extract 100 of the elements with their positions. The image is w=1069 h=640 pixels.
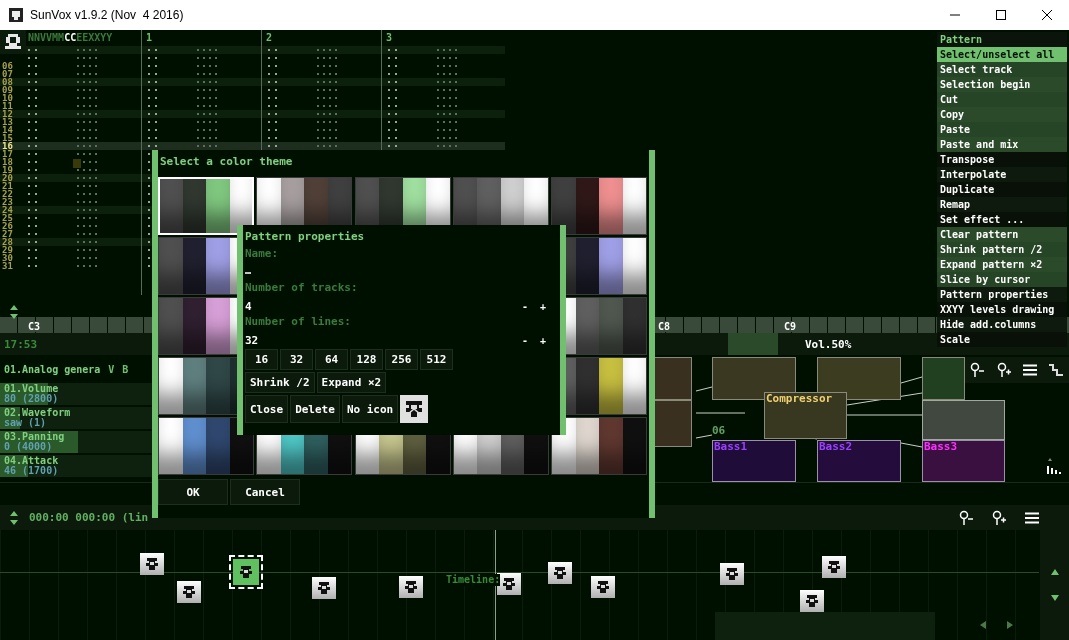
module-button[interactable]: B bbox=[122, 363, 129, 375]
scroll-up-icon[interactable] bbox=[1050, 569, 1059, 575]
scroll-down-icon[interactable] bbox=[1050, 595, 1059, 601]
module-box[interactable]: Bass3 bbox=[922, 440, 1005, 482]
controller-slider[interactable]: 02.Waveform saw (1) bbox=[0, 407, 155, 429]
preset-button[interactable]: 64 bbox=[315, 349, 348, 370]
stepper-button[interactable]: - bbox=[516, 335, 534, 346]
module-box[interactable] bbox=[652, 357, 692, 400]
pattern-block[interactable] bbox=[399, 576, 423, 598]
module-button[interactable]: V bbox=[108, 363, 115, 375]
pattern-block[interactable] bbox=[800, 590, 824, 612]
menu-item[interactable]: Select track bbox=[937, 62, 1067, 77]
controller-slider[interactable]: 04.Attack 46 (1700) bbox=[0, 455, 155, 477]
scroll-track[interactable] bbox=[715, 612, 935, 640]
zoom-out-icon[interactable] bbox=[970, 362, 987, 378]
dialog-button[interactable]: OK bbox=[158, 479, 228, 505]
scroll-thumb[interactable] bbox=[728, 333, 778, 355]
preset-button[interactable]: 128 bbox=[350, 349, 383, 370]
pattern-block[interactable] bbox=[548, 562, 572, 584]
resize-button[interactable]: Shrink /2 bbox=[245, 372, 315, 393]
dialog-button[interactable]: No icon bbox=[341, 395, 399, 423]
menu-item[interactable]: Remap bbox=[937, 197, 1067, 212]
menu-item[interactable]: Slice by cursor bbox=[937, 272, 1067, 287]
up-down-icon[interactable] bbox=[9, 305, 19, 319]
dialog-button[interactable]: Cancel bbox=[230, 479, 300, 505]
tracks-value[interactable]: 4 bbox=[245, 300, 252, 313]
module-box[interactable] bbox=[922, 357, 965, 400]
stepper-button[interactable]: + bbox=[534, 335, 552, 346]
theme-swatch[interactable] bbox=[551, 417, 647, 475]
menu-item[interactable]: Scale bbox=[937, 332, 1067, 347]
dialog-title: Select a color theme bbox=[159, 154, 294, 170]
menu-item[interactable]: Expand pattern ×2 bbox=[937, 257, 1067, 272]
logo-icon[interactable] bbox=[0, 30, 26, 54]
zoom-in-icon[interactable] bbox=[992, 509, 1008, 526]
controller-name: 01.Volume bbox=[4, 384, 60, 394]
module-box[interactable]: Compressor bbox=[764, 392, 847, 439]
preset-button[interactable]: 32 bbox=[280, 349, 313, 370]
lines-value[interactable]: 32 bbox=[245, 334, 259, 347]
menu-item[interactable]: Set effect ... bbox=[937, 212, 1067, 227]
menu-item[interactable]: Interpolate bbox=[937, 167, 1067, 182]
row-number: 25 bbox=[1, 214, 14, 222]
module-name[interactable]: 01.Analog genera bbox=[4, 363, 101, 375]
zoom-in-icon[interactable] bbox=[996, 362, 1013, 378]
stepper-button[interactable]: - bbox=[516, 301, 534, 312]
maximize-icon[interactable] bbox=[995, 9, 1007, 21]
preset-button[interactable]: 256 bbox=[385, 349, 418, 370]
preset-button[interactable]: 512 bbox=[420, 349, 453, 370]
up-down-icon[interactable] bbox=[9, 510, 19, 525]
stepper-button[interactable]: + bbox=[534, 301, 552, 312]
pattern-block[interactable] bbox=[591, 576, 615, 598]
theme-swatch[interactable] bbox=[158, 417, 254, 475]
resize-button[interactable]: Expand ×2 bbox=[316, 372, 387, 393]
pattern-block[interactable] bbox=[140, 553, 164, 575]
volume-label: Vol.50% bbox=[805, 338, 852, 351]
menu-item[interactable]: Transpose bbox=[937, 152, 1067, 167]
module-box[interactable] bbox=[922, 400, 1005, 440]
step-icon[interactable] bbox=[1047, 363, 1064, 377]
zoom-out-icon[interactable] bbox=[959, 509, 975, 526]
menu-item[interactable]: Paste and mix bbox=[937, 137, 1067, 152]
pattern-row[interactable]: 16 bbox=[0, 142, 505, 150]
menu-item[interactable]: Hide add.columns bbox=[937, 317, 1067, 332]
menu-item[interactable]: Copy bbox=[937, 107, 1067, 122]
menu-item[interactable]: Cut bbox=[937, 92, 1067, 107]
row-number: 08 bbox=[1, 78, 14, 86]
controller-slider[interactable]: 03.Panning 0 (4000) bbox=[0, 431, 155, 453]
close-icon[interactable] bbox=[1041, 9, 1053, 21]
pattern-row[interactable]: 12 bbox=[0, 110, 505, 118]
controller-slider[interactable]: 01.Volume 80 (2800) bbox=[0, 383, 155, 405]
menu-item[interactable]: Selection begin bbox=[937, 77, 1067, 92]
pattern-block[interactable] bbox=[822, 556, 846, 578]
connection-line bbox=[695, 412, 746, 414]
module-box[interactable]: Bass2 bbox=[817, 440, 901, 482]
pattern-icon-button[interactable] bbox=[400, 395, 429, 423]
menu-item[interactable]: Pattern properties bbox=[937, 287, 1067, 302]
menu-item[interactable]: Shrink pattern /2 bbox=[937, 242, 1067, 257]
menu-item[interactable]: Select/unselect all bbox=[937, 47, 1067, 62]
menu-item[interactable]: Paste bbox=[937, 122, 1067, 137]
pattern-block[interactable] bbox=[720, 563, 744, 585]
dialog-button[interactable]: Close bbox=[245, 395, 289, 423]
module-box[interactable] bbox=[652, 400, 692, 447]
column-header: NNVVMM bbox=[28, 32, 65, 44]
pattern-block[interactable] bbox=[312, 577, 336, 599]
row-number: 29 bbox=[1, 246, 14, 254]
bar-chart-icon[interactable] bbox=[1046, 458, 1062, 474]
dialog-button[interactable]: Delete bbox=[290, 395, 340, 423]
module-box[interactable]: Bass1 bbox=[712, 440, 796, 482]
pattern-block[interactable] bbox=[497, 573, 521, 595]
row-number: 11 bbox=[1, 102, 14, 110]
menu-item[interactable]: XXYY levels drawing bbox=[937, 302, 1067, 317]
menu-item[interactable]: Duplicate bbox=[937, 182, 1067, 197]
name-field[interactable]: … bbox=[245, 264, 252, 281]
menu-item[interactable]: Clear pattern bbox=[937, 227, 1067, 242]
scroll-right-icon[interactable] bbox=[1007, 621, 1013, 629]
pattern-block[interactable] bbox=[177, 581, 201, 603]
preset-button[interactable]: 16 bbox=[245, 349, 278, 370]
scroll-left-icon[interactable] bbox=[980, 621, 986, 629]
pattern-row[interactable]: 08 bbox=[0, 78, 505, 86]
menu-icon[interactable] bbox=[1025, 511, 1039, 524]
menu-icon[interactable] bbox=[1023, 364, 1038, 376]
theme-swatch[interactable] bbox=[551, 177, 647, 235]
